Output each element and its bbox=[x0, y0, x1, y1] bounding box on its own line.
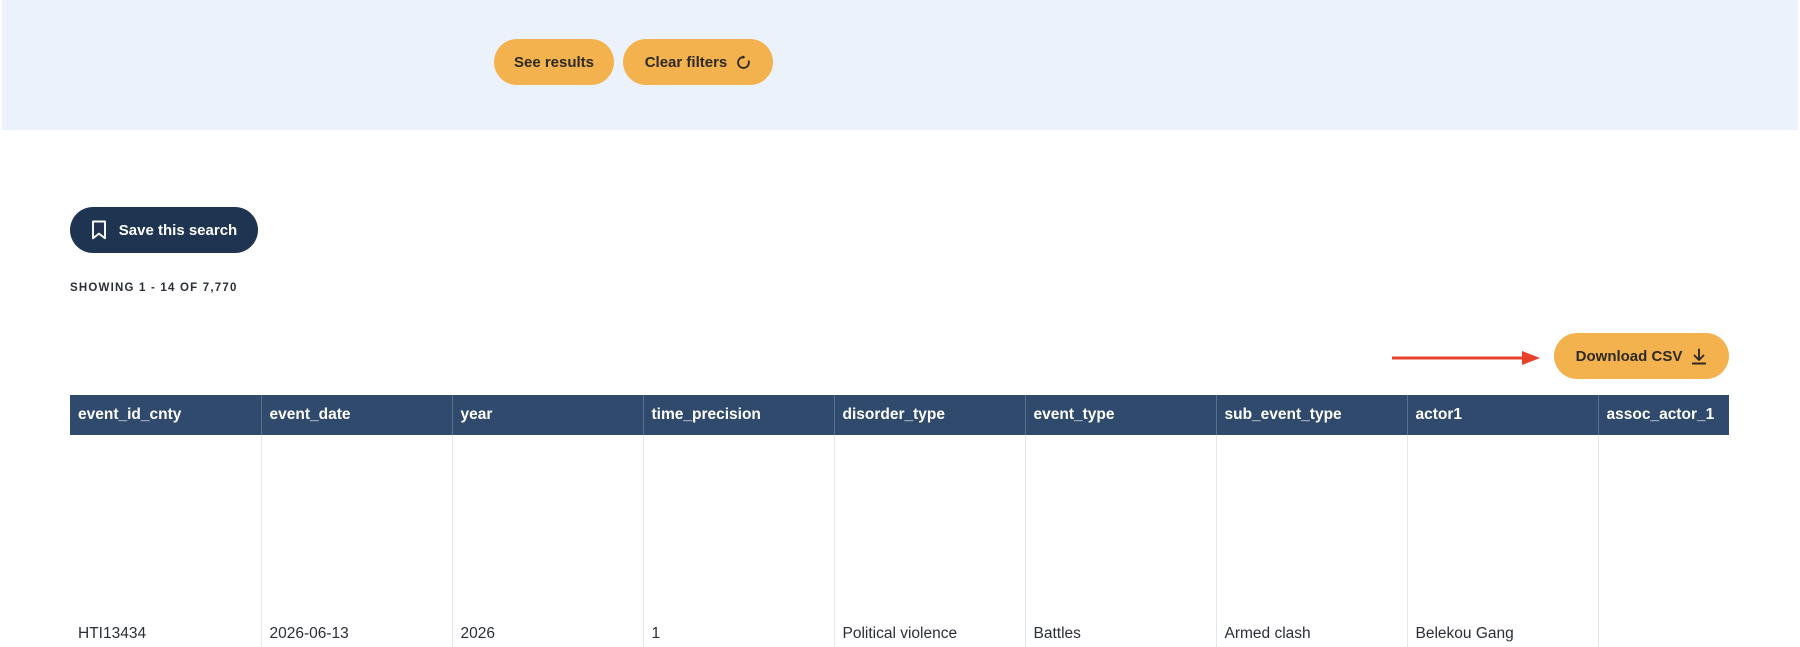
table-cell: Battles bbox=[1025, 435, 1217, 647]
column-header-event-date[interactable]: event_date bbox=[261, 395, 453, 435]
clear-filters-button[interactable]: Clear filters bbox=[623, 39, 773, 85]
bookmark-icon bbox=[91, 220, 107, 240]
column-header-time-precision[interactable]: time_precision bbox=[643, 395, 835, 435]
table-cell: Political violence bbox=[834, 435, 1026, 647]
table-cell: Armed clash bbox=[1216, 435, 1408, 647]
save-search-label: Save this search bbox=[118, 221, 238, 239]
download-csv-button[interactable]: Download CSV bbox=[1554, 333, 1729, 379]
table-cell: 1 bbox=[643, 435, 835, 647]
table-cell bbox=[1598, 435, 1729, 647]
download-icon bbox=[1691, 348, 1707, 365]
download-csv-label: Download CSV bbox=[1575, 347, 1683, 365]
column-header-disorder-type[interactable]: disorder_type bbox=[834, 395, 1026, 435]
column-header-year[interactable]: year bbox=[452, 395, 644, 435]
save-search-button[interactable]: Save this search bbox=[70, 207, 258, 253]
column-header-actor1[interactable]: actor1 bbox=[1407, 395, 1599, 435]
table-row: HTI13434 2026-06-13 2026 1 Political vio… bbox=[70, 435, 1729, 647]
table-cell: 2026 bbox=[452, 435, 644, 647]
filter-panel bbox=[2, 0, 1798, 130]
results-table: event_id_cnty event_date year time_preci… bbox=[70, 395, 1729, 647]
see-results-label: See results bbox=[513, 53, 595, 71]
table-cell: 2026-06-13 bbox=[261, 435, 453, 647]
column-header-event-type[interactable]: event_type bbox=[1025, 395, 1217, 435]
clear-filters-label: Clear filters bbox=[644, 53, 728, 71]
column-header-event-id-cnty[interactable]: event_id_cnty bbox=[70, 395, 262, 435]
table-header-row: event_id_cnty event_date year time_preci… bbox=[70, 395, 1729, 435]
refresh-icon bbox=[736, 54, 751, 70]
column-header-assoc-actor-1[interactable]: assoc_actor_1 bbox=[1598, 395, 1729, 435]
annotation-arrow bbox=[1392, 351, 1540, 365]
table-cell: Belekou Gang bbox=[1407, 435, 1599, 647]
table-cell: HTI13434 bbox=[70, 435, 262, 647]
see-results-button[interactable]: See results bbox=[494, 39, 614, 85]
results-count: SHOWING 1 - 14 OF 7,770 bbox=[70, 282, 238, 294]
column-header-sub-event-type[interactable]: sub_event_type bbox=[1216, 395, 1408, 435]
